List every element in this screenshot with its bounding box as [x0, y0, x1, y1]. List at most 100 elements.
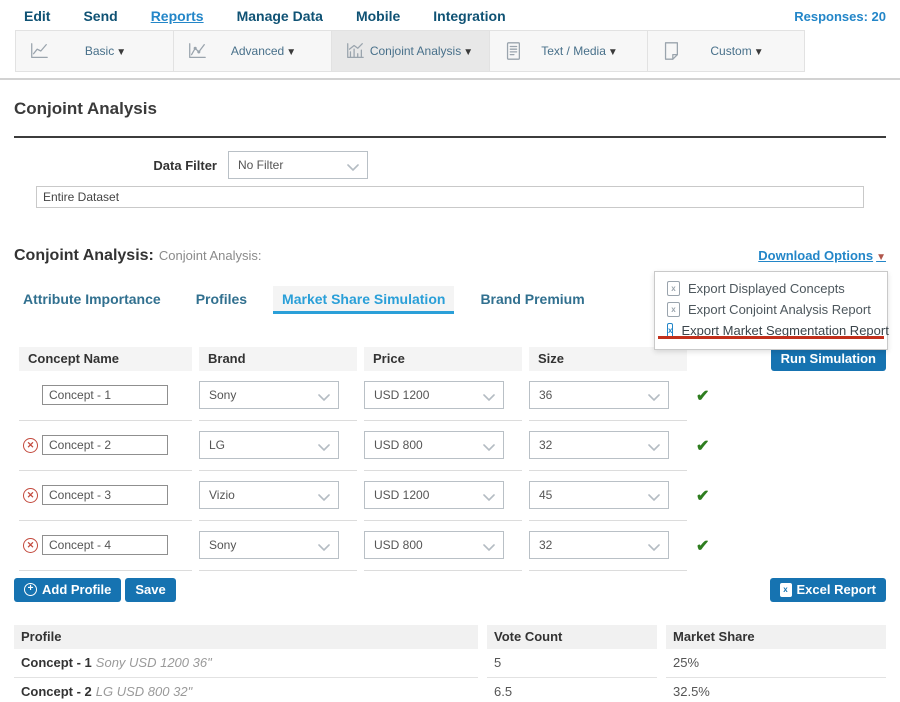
- chevron-down-icon: [483, 391, 495, 399]
- download-options-link[interactable]: Download Options▼: [758, 248, 886, 263]
- table-row: ✕: [19, 471, 192, 521]
- menu-item-export-market-segmentation-report[interactable]: x Export Market Segmentation Report: [655, 320, 887, 341]
- toolbar-item-label: Advanced▼: [208, 44, 319, 58]
- report-type-toolbar: Basic▼ Advanced▼ Conjoint Analysis▼ Text…: [15, 30, 900, 72]
- toolbar-item-label: Custom▼: [682, 44, 792, 58]
- plus-circle-icon: +: [24, 583, 37, 596]
- dataset-input[interactable]: [36, 186, 864, 208]
- section-subtitle: Conjoint Analysis:: [159, 248, 262, 263]
- nav-item-reports[interactable]: Reports: [151, 8, 204, 24]
- data-filter-label: Data Filter: [14, 158, 217, 173]
- nav-item-edit[interactable]: Edit: [24, 8, 50, 24]
- vote-count-value: 5: [487, 649, 657, 678]
- price-select[interactable]: USD 800: [364, 531, 504, 559]
- nav-item-manage-data[interactable]: Manage Data: [237, 8, 323, 24]
- toolbar-item-basic[interactable]: Basic▼: [15, 30, 173, 72]
- table-row: ✕: [19, 421, 192, 471]
- toolbar-item-text-media[interactable]: Text / Media▼: [489, 30, 647, 72]
- custom-page-icon: [660, 41, 682, 61]
- excel-report-button[interactable]: x Excel Report: [770, 578, 886, 602]
- column-header-market-share: Market Share: [666, 625, 886, 649]
- run-simulation-button[interactable]: Run Simulation: [771, 347, 886, 371]
- delete-row-icon[interactable]: ✕: [23, 438, 38, 453]
- column-header-size: Size: [529, 347, 687, 371]
- tab-attribute-importance[interactable]: Attribute Importance: [14, 286, 170, 314]
- price-select[interactable]: USD 1200: [364, 381, 504, 409]
- brand-select[interactable]: Vizio: [199, 481, 339, 509]
- excel-file-icon: x: [780, 583, 792, 597]
- chevron-down-icon: [318, 441, 330, 449]
- toolbar-separator: [0, 78, 900, 80]
- caret-down-icon: ▼: [116, 47, 126, 58]
- nav-item-mobile[interactable]: Mobile: [356, 8, 400, 24]
- toolbar-item-label: Conjoint Analysis▼: [366, 44, 477, 58]
- chevron-down-icon: [318, 491, 330, 499]
- concept-name-input[interactable]: [42, 385, 168, 405]
- chevron-down-icon: [648, 391, 660, 399]
- chevron-down-icon: [648, 491, 660, 499]
- concept-name-input[interactable]: [42, 485, 168, 505]
- column-header-vote-count: Vote Count: [487, 625, 657, 649]
- responses-count: Responses: 20: [794, 9, 886, 24]
- concept-name-input[interactable]: [42, 535, 168, 555]
- toolbar-item-label: Basic▼: [50, 44, 161, 58]
- toolbar-item-advanced[interactable]: Advanced▼: [173, 30, 331, 72]
- brand-select[interactable]: Sony: [199, 381, 339, 409]
- brand-select[interactable]: LG: [199, 431, 339, 459]
- valid-check-icon: ✔: [694, 436, 709, 456]
- tab-profiles[interactable]: Profiles: [187, 286, 256, 314]
- valid-check-icon: ✔: [694, 386, 709, 406]
- toolbar-item-conjoint-analysis[interactable]: Conjoint Analysis▼: [331, 30, 489, 72]
- results-table: Profile Vote Count Market Share Concept …: [14, 625, 886, 702]
- simulation-table: Concept Name Brand Price Size Run Simula…: [19, 347, 886, 571]
- valid-check-icon: ✔: [694, 486, 709, 506]
- caret-down-icon: ▼: [876, 252, 886, 263]
- delete-row-icon[interactable]: ✕: [23, 538, 38, 553]
- data-filter-value: No Filter: [238, 158, 283, 172]
- price-select[interactable]: USD 800: [364, 431, 504, 459]
- size-select[interactable]: 32: [529, 431, 669, 459]
- nav-item-integration[interactable]: Integration: [433, 8, 505, 24]
- price-select[interactable]: USD 1200: [364, 481, 504, 509]
- chevron-down-icon: [318, 541, 330, 549]
- save-button[interactable]: Save: [125, 578, 175, 602]
- top-navigation: Edit Send Reports Manage Data Mobile Int…: [0, 0, 900, 30]
- market-share-value: 32.5%: [666, 678, 886, 702]
- chevron-down-icon: [483, 441, 495, 449]
- toolbar-item-custom[interactable]: Custom▼: [647, 30, 805, 72]
- chevron-down-icon: [318, 391, 330, 399]
- brand-select[interactable]: Sony: [199, 531, 339, 559]
- tab-market-share-simulation[interactable]: Market Share Simulation: [273, 286, 454, 314]
- concept-name-input[interactable]: [42, 435, 168, 455]
- data-filter-select[interactable]: No Filter: [228, 151, 368, 179]
- page-title: Conjoint Analysis: [14, 99, 886, 119]
- add-profile-button[interactable]: + Add Profile: [14, 578, 121, 602]
- action-buttons-row: + Add Profile Save x Excel Report: [14, 578, 886, 602]
- column-header-concept-name: Concept Name: [19, 347, 192, 371]
- menu-item-export-conjoint-analysis-report[interactable]: x Export Conjoint Analysis Report: [655, 299, 887, 320]
- chevron-down-icon: [648, 541, 660, 549]
- document-icon: [502, 41, 524, 61]
- table-row: ✕: [19, 371, 192, 421]
- chevron-down-icon: [483, 541, 495, 549]
- caret-down-icon: ▼: [754, 47, 764, 58]
- data-filter-row: Data Filter No Filter: [14, 151, 886, 179]
- size-select[interactable]: 45: [529, 481, 669, 509]
- toolbar-item-label: Text / Media▼: [524, 44, 635, 58]
- chevron-down-icon: [483, 491, 495, 499]
- column-header-profile: Profile: [14, 625, 478, 649]
- size-select[interactable]: 32: [529, 531, 669, 559]
- delete-row-icon[interactable]: ✕: [23, 488, 38, 503]
- line-chart-icon: [28, 41, 50, 61]
- menu-item-export-displayed-concepts[interactable]: x Export Displayed Concepts: [655, 278, 887, 299]
- vote-count-value: 6.5: [487, 678, 657, 702]
- valid-check-icon: ✔: [694, 536, 709, 556]
- title-divider: [14, 136, 886, 138]
- table-row: Concept - 1Sony USD 1200 36": [14, 649, 478, 678]
- size-select[interactable]: 36: [529, 381, 669, 409]
- bar-chart-icon: [344, 41, 366, 61]
- column-header-price: Price: [364, 347, 522, 371]
- tab-brand-premium[interactable]: Brand Premium: [471, 286, 593, 314]
- nav-item-send[interactable]: Send: [83, 8, 117, 24]
- column-header-brand: Brand: [199, 347, 357, 371]
